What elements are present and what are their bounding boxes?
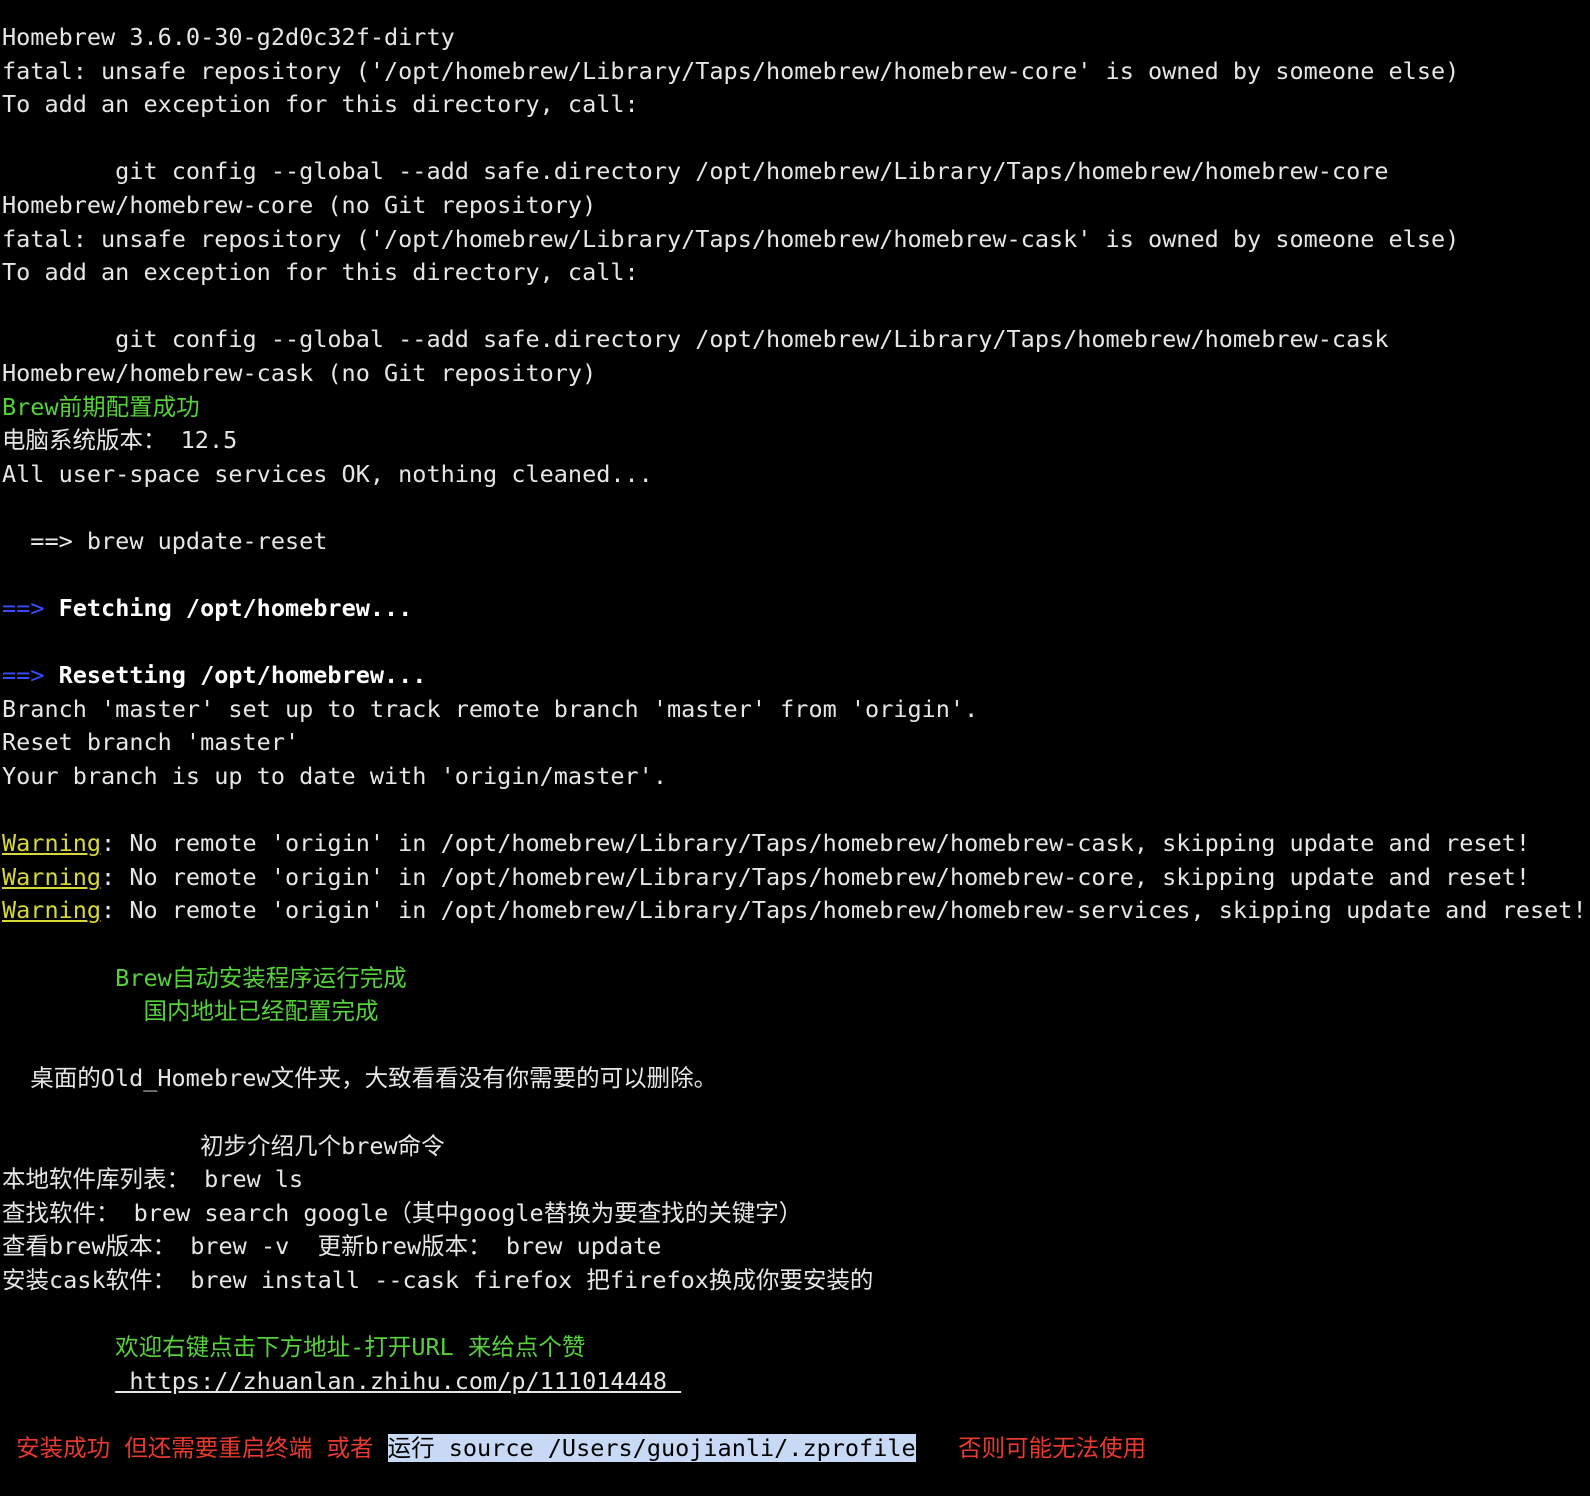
like-request-message: 欢迎右键点击下方地址-打开URL 来给点个赞 [2,1333,586,1362]
command-tip: 查找软件： brew search google（其中google替换为要查找的… [2,1198,803,1227]
warning-line: Warning: No remote 'origin' in /opt/home… [2,861,1590,895]
url-line: https://zhuanlan.zhihu.com/p/111014448 [2,1365,1590,1399]
warning-text: : No remote 'origin' in /opt/homebrew/Li… [101,896,1587,925]
warning-line: Warning: No remote 'origin' in /opt/home… [2,894,1590,928]
terminal-line: Reset branch 'master' [2,728,300,757]
command-tip: 查看brew版本： brew -v 更新brew版本： brew update [2,1232,662,1261]
old-homebrew-note: 桌面的Old_Homebrew文件夹，大致看看没有你需要的可以删除。 [2,1064,718,1093]
commands-heading: 初步介绍几个brew命令 [2,1131,445,1160]
system-version-line: 电脑系统版本： 12.5 [2,426,238,455]
install-success-prefix: 安装成功 但还需要重启终端 或者 [2,1433,388,1462]
mirror-configured-message: 国内地址已经配置完成 [2,997,379,1026]
terminal-line: Homebrew/homebrew-core (no Git repositor… [2,190,597,219]
terminal-line: Homebrew 3.6.0-30-g2d0c32f-dirty [2,23,455,51]
update-reset-command-line: ==> brew update-reset [2,526,328,555]
terminal-line: Homebrew/homebrew-cask (no Git repositor… [2,358,597,387]
arrow-icon: ==> [2,661,45,690]
command-tip: 安装cask软件： brew install --cask firefox 把f… [2,1265,874,1294]
terminal-line: Branch 'master' set up to track remote b… [2,694,979,723]
fetching-text: Fetching /opt/homebrew... [44,594,413,623]
final-status-line: 安装成功 但还需要重启终端 或者 运行 source /Users/guojia… [2,1432,1590,1466]
warning-text: : No remote 'origin' in /opt/homebrew/Li… [101,862,1531,891]
command-tip: 本地软件库列表： brew ls [2,1165,304,1194]
warning-text: : No remote 'origin' in /opt/homebrew/Li… [101,829,1531,858]
resetting-text: Resetting /opt/homebrew... [44,661,427,690]
warning-label: Warning [2,829,102,858]
warning-line: Warning: No remote 'origin' in /opt/home… [2,827,1590,861]
terminal-window[interactable]: Homebrew 3.6.0-30-g2d0c32f-dirty fatal: … [0,0,1590,1496]
terminal-line: git config --global --add safe.directory… [2,325,1389,354]
terminal-line: To add an exception for this directory, … [2,258,639,287]
terminal-line: All user-space services OK, nothing clea… [2,459,653,488]
install-success-suffix: 否则可能无法使用 [915,1433,1147,1462]
terminal-line: fatal: unsafe repository ('/opt/homebrew… [2,56,1460,85]
warning-label: Warning [2,862,102,891]
terminal-line: Your branch is up to date with 'origin/m… [2,762,667,791]
resetting-line: ==> Resetting /opt/homebrew... [2,659,1590,693]
terminal-line: fatal: unsafe repository ('/opt/homebrew… [2,224,1460,253]
arrow-icon: ==> [2,594,45,623]
zhihu-url-link[interactable]: https://zhuanlan.zhihu.com/p/111014448 [115,1367,681,1395]
selected-source-command[interactable]: 运行 source /Users/guojianli/.zprofile [387,1433,916,1462]
url-indent [2,1367,115,1395]
install-complete-message: Brew自动安装程序运行完成 [2,963,407,992]
brew-config-success-message: Brew前期配置成功 [2,392,200,421]
fetching-line: ==> Fetching /opt/homebrew... [2,592,1590,626]
terminal-line: git config --global --add safe.directory… [2,157,1389,186]
terminal-line: To add an exception for this directory, … [2,90,639,119]
warning-label: Warning [2,896,102,925]
